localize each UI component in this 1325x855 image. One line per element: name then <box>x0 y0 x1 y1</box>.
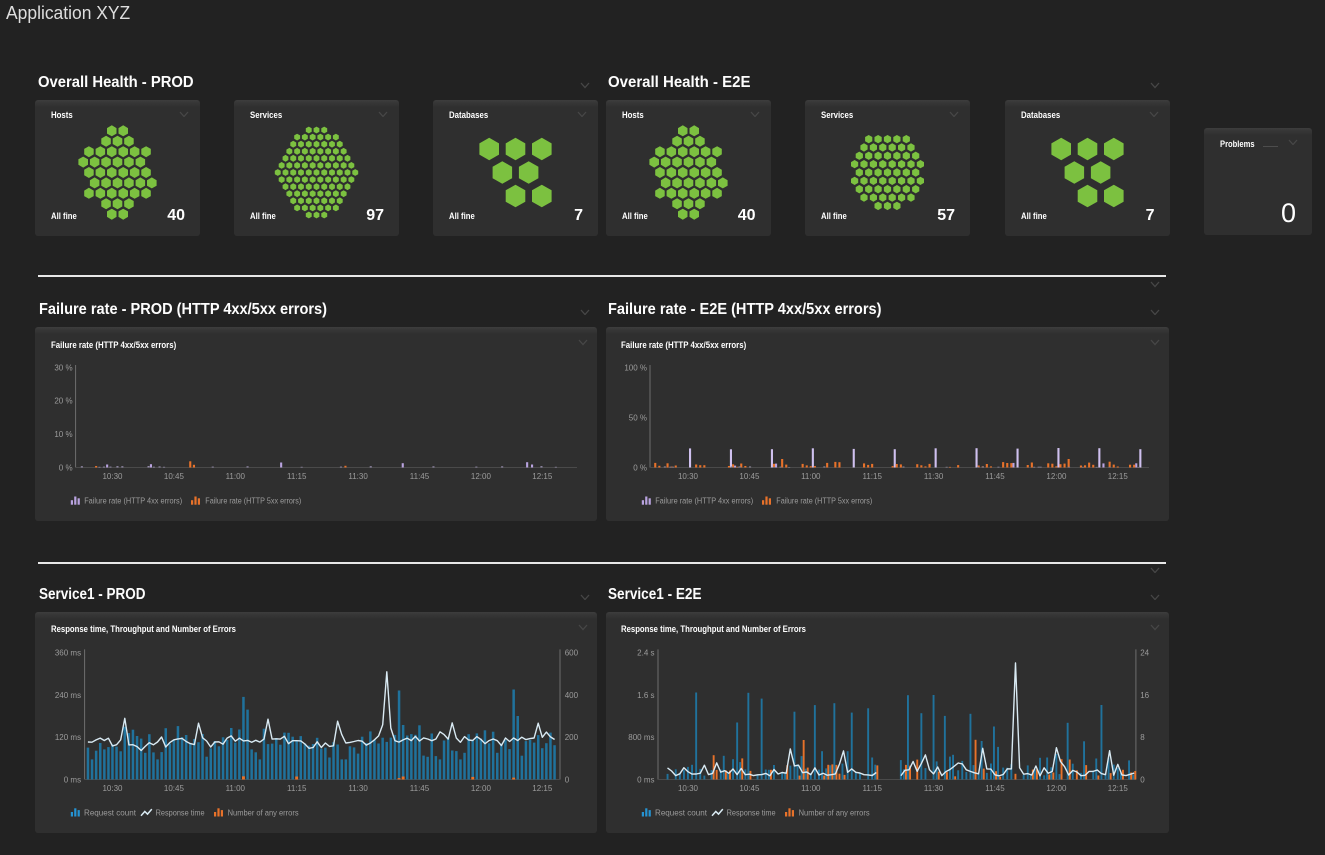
svg-text:10:30: 10:30 <box>102 472 123 481</box>
svg-text:10:30: 10:30 <box>677 784 698 793</box>
svg-text:200: 200 <box>565 733 579 742</box>
svg-text:8: 8 <box>1140 733 1145 742</box>
svg-text:10:45: 10:45 <box>164 784 185 793</box>
svg-text:Failure rate (HTTP 4xx errors): Failure rate (HTTP 4xx errors) <box>84 497 182 506</box>
svg-text:0: 0 <box>565 776 570 785</box>
svg-text:Failure rate (HTTP 5xx errors): Failure rate (HTTP 5xx errors) <box>776 497 872 506</box>
svg-text:0 ms: 0 ms <box>637 776 654 785</box>
svg-text:11:00: 11:00 <box>226 472 246 481</box>
svg-text:Number of any errors: Number of any errors <box>228 808 299 817</box>
svg-text:11:45: 11:45 <box>985 784 1005 793</box>
svg-text:11:30: 11:30 <box>348 472 368 481</box>
svg-text:30 %: 30 % <box>54 363 72 372</box>
svg-text:800 ms: 800 ms <box>628 733 654 742</box>
svg-text:Failure rate (HTTP 5xx errors): Failure rate (HTTP 5xx errors) <box>205 497 301 506</box>
svg-text:10:30: 10:30 <box>677 472 698 481</box>
svg-text:10:30: 10:30 <box>102 784 123 793</box>
svg-text:Request count: Request count <box>655 808 708 817</box>
svg-text:11:45: 11:45 <box>410 784 430 793</box>
svg-text:Number of any errors: Number of any errors <box>798 808 869 817</box>
svg-text:20 %: 20 % <box>54 397 72 406</box>
svg-text:16: 16 <box>1140 691 1149 700</box>
svg-text:11:30: 11:30 <box>348 784 368 793</box>
svg-text:11:00: 11:00 <box>801 472 821 481</box>
svg-text:11:15: 11:15 <box>862 784 882 793</box>
svg-text:24: 24 <box>1140 648 1149 657</box>
svg-text:Request count: Request count <box>84 808 137 817</box>
svg-text:11:15: 11:15 <box>287 784 307 793</box>
svg-text:11:30: 11:30 <box>923 784 943 793</box>
svg-text:360 ms: 360 ms <box>55 648 81 657</box>
svg-text:0 ms: 0 ms <box>64 776 81 785</box>
svg-text:100 %: 100 % <box>624 363 647 372</box>
svg-text:11:15: 11:15 <box>287 472 307 481</box>
svg-text:10:45: 10:45 <box>739 472 760 481</box>
svg-text:12:15: 12:15 <box>532 472 553 481</box>
svg-text:0: 0 <box>1140 776 1145 785</box>
svg-text:11:45: 11:45 <box>410 472 430 481</box>
svg-text:12:15: 12:15 <box>1107 784 1128 793</box>
svg-text:12:00: 12:00 <box>1046 784 1067 793</box>
svg-text:11:30: 11:30 <box>923 472 943 481</box>
svg-text:240 ms: 240 ms <box>55 691 81 700</box>
svg-text:12:15: 12:15 <box>1107 472 1128 481</box>
svg-text:11:45: 11:45 <box>985 472 1005 481</box>
svg-text:2.4 s: 2.4 s <box>637 648 654 657</box>
svg-text:11:15: 11:15 <box>862 472 882 481</box>
svg-text:50 %: 50 % <box>628 413 646 422</box>
svg-text:11:00: 11:00 <box>226 784 246 793</box>
svg-text:12:15: 12:15 <box>532 784 553 793</box>
svg-text:12:00: 12:00 <box>471 784 492 793</box>
svg-text:11:00: 11:00 <box>801 784 821 793</box>
svg-text:1.6 s: 1.6 s <box>637 691 654 700</box>
svg-text:Response time: Response time <box>156 808 206 817</box>
svg-text:120 ms: 120 ms <box>55 733 81 742</box>
svg-text:0 %: 0 % <box>59 464 73 473</box>
svg-text:400: 400 <box>565 691 579 700</box>
svg-text:10:45: 10:45 <box>739 784 760 793</box>
svg-text:0 %: 0 % <box>633 464 647 473</box>
svg-text:10 %: 10 % <box>54 430 72 439</box>
svg-text:12:00: 12:00 <box>471 472 492 481</box>
svg-text:Failure rate (HTTP 4xx errors): Failure rate (HTTP 4xx errors) <box>655 497 753 506</box>
svg-text:12:00: 12:00 <box>1046 472 1067 481</box>
svg-text:10:45: 10:45 <box>164 472 185 481</box>
svg-text:600: 600 <box>565 648 579 657</box>
svg-text:Response time: Response time <box>726 808 776 817</box>
